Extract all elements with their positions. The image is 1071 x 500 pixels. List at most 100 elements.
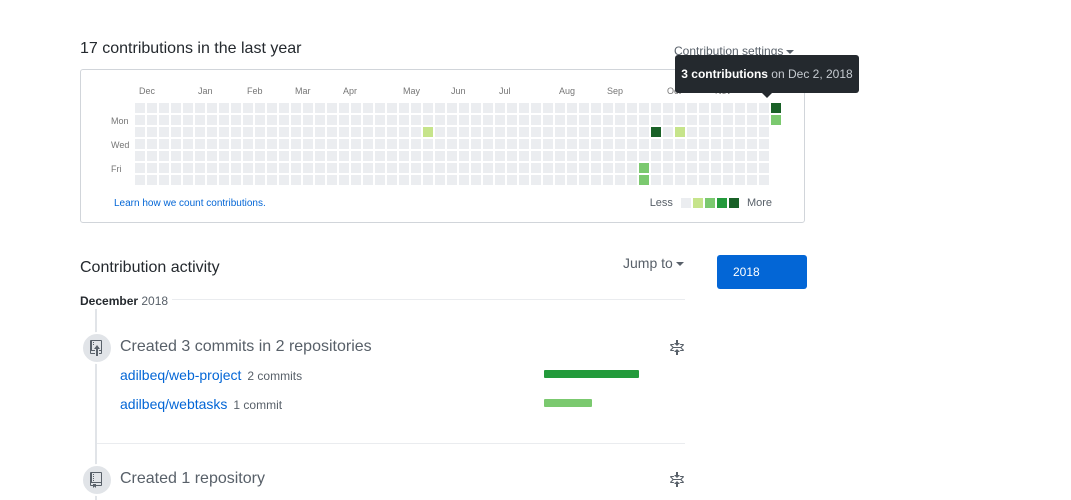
calendar-day[interactable] <box>363 127 373 137</box>
calendar-day[interactable] <box>363 151 373 161</box>
calendar-day[interactable] <box>555 151 565 161</box>
calendar-day[interactable] <box>231 151 241 161</box>
calendar-day[interactable] <box>351 175 361 185</box>
calendar-day[interactable] <box>327 115 337 125</box>
calendar-day[interactable] <box>135 175 145 185</box>
calendar-day[interactable] <box>303 115 313 125</box>
calendar-day[interactable] <box>639 139 649 149</box>
calendar-day[interactable] <box>651 115 661 125</box>
calendar-day[interactable] <box>243 115 253 125</box>
calendar-day[interactable] <box>591 115 601 125</box>
calendar-day[interactable] <box>711 127 721 137</box>
calendar-day[interactable] <box>747 163 757 173</box>
calendar-day[interactable] <box>231 139 241 149</box>
calendar-day[interactable] <box>711 115 721 125</box>
calendar-day[interactable] <box>231 115 241 125</box>
calendar-day[interactable] <box>711 175 721 185</box>
calendar-day[interactable] <box>495 127 505 137</box>
calendar-day[interactable] <box>471 163 481 173</box>
calendar-day[interactable] <box>747 139 757 149</box>
calendar-day[interactable] <box>267 127 277 137</box>
calendar-day[interactable] <box>135 103 145 113</box>
calendar-day[interactable] <box>423 103 433 113</box>
calendar-day[interactable] <box>363 175 373 185</box>
calendar-day[interactable] <box>363 103 373 113</box>
calendar-day[interactable] <box>663 103 673 113</box>
calendar-day[interactable] <box>567 151 577 161</box>
calendar-day[interactable] <box>531 127 541 137</box>
calendar-day[interactable] <box>483 139 493 149</box>
calendar-day[interactable] <box>519 115 529 125</box>
calendar-day[interactable] <box>159 175 169 185</box>
calendar-day[interactable] <box>507 127 517 137</box>
calendar-day[interactable] <box>471 103 481 113</box>
calendar-day[interactable] <box>567 175 577 185</box>
calendar-day[interactable] <box>663 127 673 137</box>
calendar-day[interactable] <box>507 115 517 125</box>
calendar-day[interactable] <box>171 163 181 173</box>
calendar-day[interactable] <box>759 115 769 125</box>
calendar-day[interactable] <box>627 151 637 161</box>
calendar-day[interactable] <box>507 139 517 149</box>
calendar-day[interactable] <box>483 103 493 113</box>
calendar-day[interactable] <box>135 163 145 173</box>
calendar-day[interactable] <box>723 103 733 113</box>
calendar-day[interactable] <box>723 127 733 137</box>
calendar-day[interactable] <box>423 127 433 137</box>
calendar-day[interactable] <box>375 115 385 125</box>
calendar-day[interactable] <box>651 127 661 137</box>
calendar-day[interactable] <box>267 163 277 173</box>
calendar-day[interactable] <box>471 115 481 125</box>
calendar-day[interactable] <box>699 103 709 113</box>
calendar-day[interactable] <box>351 127 361 137</box>
calendar-day[interactable] <box>267 175 277 185</box>
calendar-day[interactable] <box>315 127 325 137</box>
jump-to-dropdown[interactable]: Jump to <box>623 255 684 271</box>
calendar-day[interactable] <box>663 163 673 173</box>
calendar-day[interactable] <box>663 175 673 185</box>
calendar-day[interactable] <box>219 151 229 161</box>
calendar-day[interactable] <box>183 139 193 149</box>
calendar-day[interactable] <box>363 139 373 149</box>
calendar-day[interactable] <box>207 175 217 185</box>
calendar-day[interactable] <box>591 103 601 113</box>
calendar-day[interactable] <box>723 151 733 161</box>
calendar-day[interactable] <box>411 115 421 125</box>
calendar-day[interactable] <box>495 151 505 161</box>
calendar-day[interactable] <box>759 103 769 113</box>
calendar-day[interactable] <box>735 151 745 161</box>
calendar-day[interactable] <box>459 175 469 185</box>
calendar-day[interactable] <box>435 139 445 149</box>
calendar-day[interactable] <box>735 175 745 185</box>
calendar-day[interactable] <box>183 175 193 185</box>
calendar-day[interactable] <box>651 163 661 173</box>
calendar-day[interactable] <box>723 163 733 173</box>
calendar-day[interactable] <box>303 175 313 185</box>
calendar-day[interactable] <box>459 127 469 137</box>
calendar-day[interactable] <box>351 139 361 149</box>
calendar-day[interactable] <box>711 139 721 149</box>
calendar-day[interactable] <box>723 139 733 149</box>
calendar-day[interactable] <box>699 163 709 173</box>
calendar-day[interactable] <box>579 115 589 125</box>
calendar-day[interactable] <box>591 127 601 137</box>
calendar-day[interactable] <box>195 151 205 161</box>
calendar-day[interactable] <box>759 163 769 173</box>
calendar-day[interactable] <box>147 115 157 125</box>
calendar-day[interactable] <box>279 163 289 173</box>
calendar-day[interactable] <box>327 139 337 149</box>
calendar-day[interactable] <box>459 163 469 173</box>
calendar-day[interactable] <box>627 175 637 185</box>
calendar-day[interactable] <box>291 163 301 173</box>
calendar-day[interactable] <box>243 175 253 185</box>
calendar-day[interactable] <box>519 175 529 185</box>
calendar-day[interactable] <box>339 115 349 125</box>
calendar-day[interactable] <box>183 103 193 113</box>
calendar-day[interactable] <box>159 139 169 149</box>
calendar-day[interactable] <box>603 115 613 125</box>
calendar-day[interactable] <box>231 127 241 137</box>
calendar-day[interactable] <box>663 115 673 125</box>
calendar-day[interactable] <box>147 103 157 113</box>
calendar-day[interactable] <box>279 175 289 185</box>
calendar-day[interactable] <box>387 151 397 161</box>
